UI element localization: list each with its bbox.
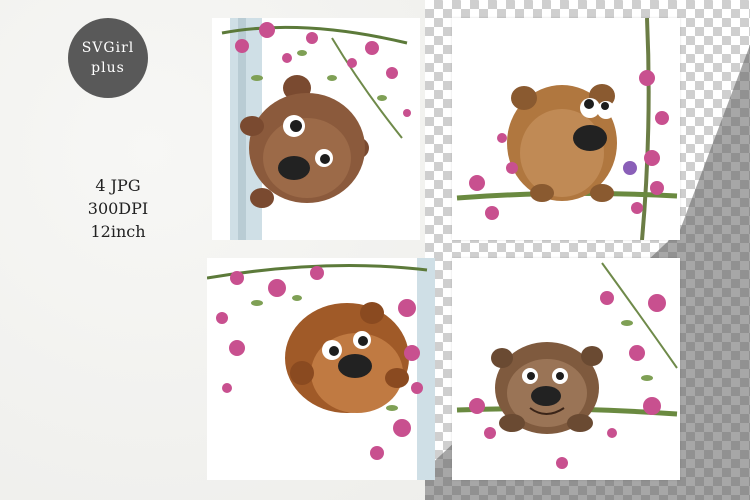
preview-image-3	[207, 258, 435, 480]
spec-size: 12inch	[90, 222, 146, 241]
bear-behind-branch-illustration	[456, 18, 678, 240]
product-specs: 4 JPG 300DPI 12inch	[68, 174, 168, 243]
bear-peeking-tree-illustration	[221, 18, 411, 240]
bear-with-blossoms-illustration	[207, 258, 435, 480]
preview-image-1	[212, 18, 420, 240]
brand-name: SVGirl	[81, 40, 135, 56]
spec-file-count: 4 JPG	[95, 176, 141, 195]
preview-image-4	[452, 258, 680, 480]
spec-resolution: 300DPI	[87, 199, 149, 218]
brand-logo-badge: SVGirl plus	[68, 18, 148, 98]
brand-subname: plus	[91, 60, 125, 76]
bear-on-branch-illustration	[456, 262, 678, 469]
preview-image-2	[452, 18, 680, 240]
